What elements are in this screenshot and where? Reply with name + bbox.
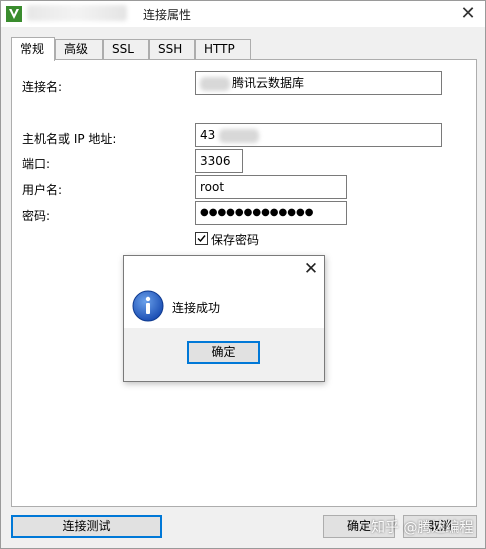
- tab-advanced[interactable]: 高级: [55, 39, 103, 60]
- dialog-ok-button[interactable]: 确定: [187, 341, 260, 364]
- window-title: 连接属性: [143, 8, 192, 22]
- host-label: 主机名或 IP 地址:: [22, 132, 117, 146]
- connection-name-input[interactable]: 腾讯云数据库: [195, 71, 442, 95]
- host-input[interactable]: 43: [195, 123, 442, 147]
- connection-properties-window: 连接属性 ✕ 常规 高级 SSL SSH HTTP 连接名: 腾讯云数据库 主机…: [0, 0, 486, 549]
- checkmark-icon: [197, 235, 206, 243]
- save-password-checkbox[interactable]: [195, 232, 208, 245]
- password-label: 密码:: [22, 209, 51, 223]
- connection-name-value: 腾讯云数据库: [232, 76, 305, 90]
- dialog-footer: 确定: [124, 328, 324, 381]
- dialog-message: 连接成功: [172, 301, 221, 315]
- port-label: 端口:: [22, 157, 51, 171]
- port-input[interactable]: 3306: [195, 149, 243, 173]
- username-label: 用户名:: [22, 183, 63, 197]
- connection-success-dialog: ✕ 连接成功 确定: [123, 255, 325, 382]
- host-value: 43: [200, 128, 216, 142]
- navicat-app-icon: [6, 6, 22, 22]
- tab-http[interactable]: HTTP: [195, 39, 251, 60]
- username-input[interactable]: root: [195, 175, 347, 199]
- save-password-label: 保存密码: [211, 233, 260, 247]
- dialog-close-button[interactable]: ✕: [300, 258, 322, 280]
- watermark-text: 知乎 @腾达编程: [371, 520, 474, 536]
- test-connection-button[interactable]: 连接测试: [11, 515, 162, 538]
- password-input[interactable]: ●●●●●●●●●●●●●: [195, 201, 347, 225]
- title-bar: 连接属性 ✕: [1, 1, 485, 27]
- tab-general[interactable]: 常规: [11, 37, 55, 61]
- info-icon: [132, 290, 164, 322]
- tab-ssh[interactable]: SSH: [149, 39, 195, 60]
- window-close-button[interactable]: ✕: [457, 4, 479, 24]
- redacted-host: [219, 128, 260, 143]
- tab-ssl[interactable]: SSL: [103, 39, 149, 60]
- redacted-text: [200, 76, 230, 91]
- connection-name-label: 连接名:: [22, 80, 63, 94]
- blurred-title-area: [27, 5, 127, 21]
